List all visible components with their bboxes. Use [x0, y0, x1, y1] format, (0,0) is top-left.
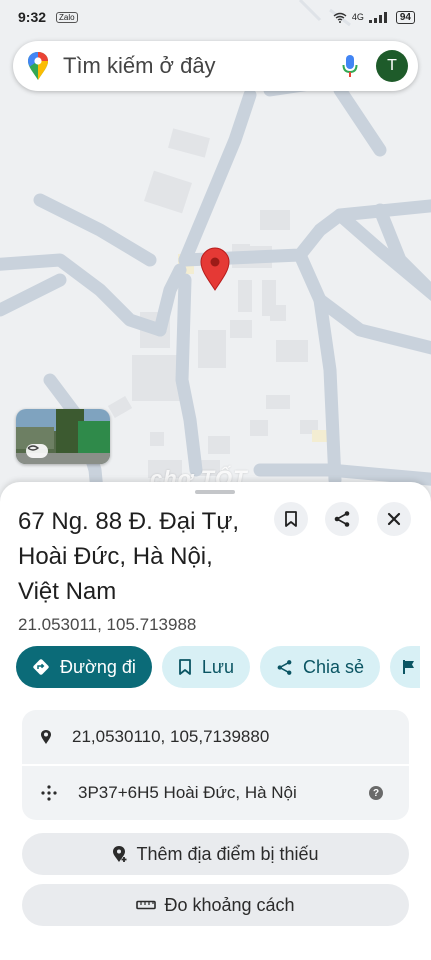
- save-bookmark-button[interactable]: [274, 502, 308, 536]
- decimal-coordinates-row[interactable]: 21,0530110, 105,7139880: [22, 710, 409, 764]
- decimal-coordinates: 21,0530110, 105,7139880: [72, 727, 270, 746]
- microphone-icon[interactable]: [342, 54, 358, 78]
- plus-code-icon: [41, 785, 57, 801]
- share-icon: [277, 659, 292, 675]
- plus-code: 3P37+6H5 Hoài Đức, Hà Nội: [78, 783, 297, 802]
- bookmark-icon: [178, 659, 191, 675]
- directions-button[interactable]: Đường đi: [16, 646, 152, 688]
- location-pin-icon: [41, 730, 51, 744]
- share-button[interactable]: [325, 502, 359, 536]
- sheet-drag-handle[interactable]: [195, 490, 235, 494]
- report-flag-button[interactable]: [390, 646, 420, 688]
- action-chips: Đường đi Lưu Chia sẻ: [16, 646, 420, 688]
- title-line: Hoài Đức, Hà Nội,: [18, 543, 213, 570]
- place-details-card: 21,0530110, 105,7139880 3P37+6H5 Hoài Đứ…: [22, 710, 409, 820]
- flag-icon: [403, 660, 414, 674]
- share-chip-button[interactable]: Chia sẻ: [259, 646, 380, 688]
- save-label: Lưu: [201, 656, 234, 677]
- plus-code-row[interactable]: 3P37+6H5 Hoài Đức, Hà Nội ?: [22, 766, 409, 820]
- add-missing-place-label: Thêm địa điểm bị thiếu: [136, 843, 319, 864]
- add-location-icon: [113, 846, 127, 862]
- network-type: 4G: [351, 12, 364, 22]
- zalo-notification-icon: Zalo: [56, 11, 78, 23]
- maps-pin-logo-icon: [28, 52, 48, 80]
- location-pin-icon: [200, 247, 230, 291]
- save-button[interactable]: Lưu: [161, 646, 250, 688]
- title-line: Việt Nam: [18, 578, 117, 605]
- search-bar[interactable]: Tìm kiếm ở đây T: [13, 41, 418, 91]
- battery-icon: 94: [395, 10, 415, 24]
- close-button[interactable]: [377, 502, 411, 536]
- signal-icon: [368, 11, 387, 23]
- share-icon: [334, 511, 350, 527]
- measure-distance-button[interactable]: Đo khoảng cách: [22, 884, 409, 926]
- 360-rotate-icon: [26, 444, 48, 458]
- measure-distance-label: Đo khoảng cách: [164, 894, 295, 915]
- place-title: 67 Ng. 88 Đ. Đại Tự, Hoài Đức, Hà Nội, V…: [18, 504, 268, 609]
- street-view-thumbnail[interactable]: [16, 409, 110, 464]
- status-icons: 4G 94: [333, 10, 415, 24]
- close-icon: [387, 512, 401, 526]
- share-label: Chia sẻ: [302, 656, 364, 677]
- add-missing-place-button[interactable]: Thêm địa điểm bị thiếu: [22, 833, 409, 875]
- help-icon[interactable]: ?: [369, 786, 383, 800]
- account-avatar[interactable]: T: [376, 50, 408, 82]
- search-input[interactable]: Tìm kiếm ở đây: [63, 53, 342, 79]
- directions-label: Đường đi: [60, 656, 136, 677]
- place-coordinates: 21.053011, 105.713988: [18, 615, 197, 634]
- title-line: 67 Ng. 88 Đ. Đại Tự,: [18, 508, 240, 535]
- status-time: 9:32: [18, 9, 47, 25]
- wifi-icon: [333, 12, 347, 23]
- bookmark-icon: [285, 511, 297, 527]
- place-bottom-sheet: 67 Ng. 88 Đ. Đại Tự, Hoài Đức, Hà Nội, V…: [0, 482, 431, 960]
- ruler-icon: [136, 900, 157, 910]
- directions-icon: [33, 659, 49, 675]
- status-bar: 9:32 Zalo 4G 94: [0, 0, 431, 34]
